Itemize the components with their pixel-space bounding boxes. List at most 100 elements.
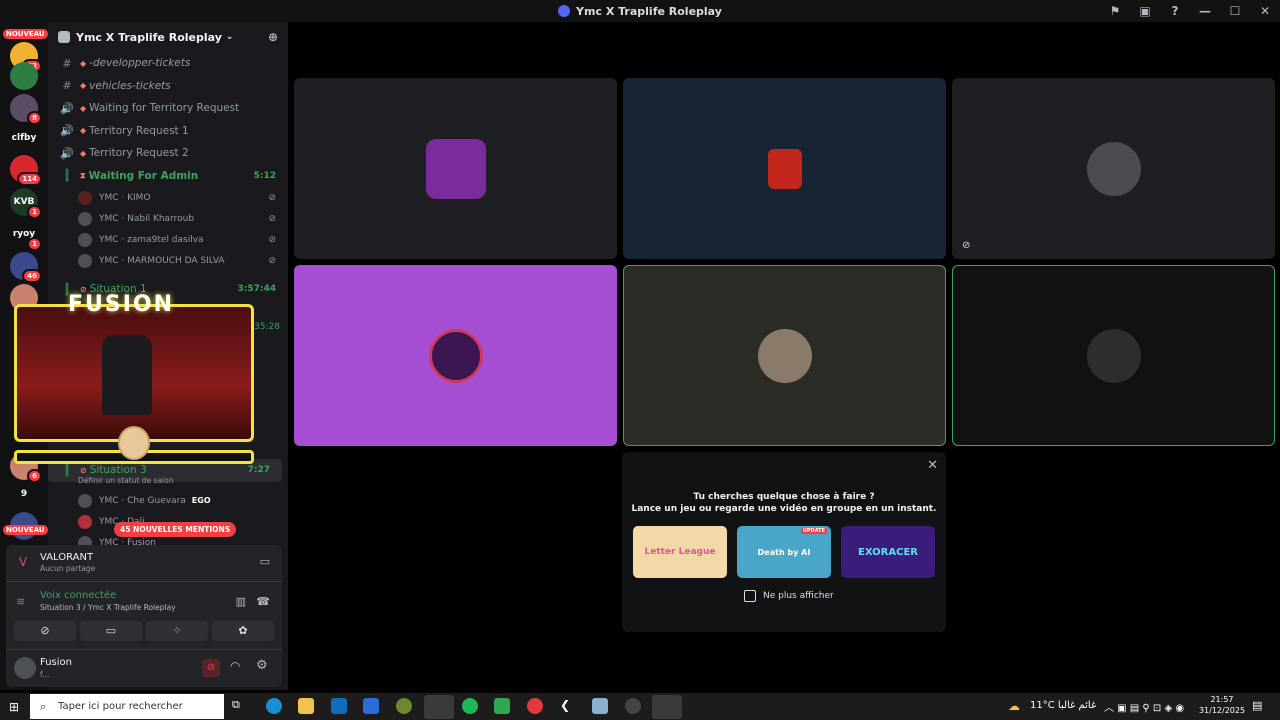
- outlook-icon[interactable]: [331, 698, 347, 714]
- app-icon[interactable]: ❮: [560, 698, 576, 714]
- soundboard-button[interactable]: ✿: [212, 621, 274, 641]
- server-icon[interactable]: clfby: [10, 124, 38, 152]
- no-entry-icon: ⊘: [80, 465, 87, 475]
- channel-status-hint[interactable]: Définir un statut de salon: [78, 476, 173, 485]
- channel-item[interactable]: 🔊 ◆ Territory Request 1: [48, 120, 288, 143]
- channel-item[interactable]: 🔊 ◆ Waiting for Territory Request: [48, 97, 288, 120]
- popup-subtitle: Lance un jeu ou regarde une vidéo en gro…: [631, 504, 937, 514]
- channel-label: Situation 3: [89, 464, 147, 477]
- unread-badge: 114: [17, 172, 42, 186]
- unread-badge: 1: [27, 205, 42, 219]
- video-tile-speaking[interactable]: [952, 265, 1275, 446]
- edge-icon[interactable]: [266, 698, 282, 714]
- windows-start-icon[interactable]: ⊞: [9, 700, 19, 714]
- server-boost-icon: [58, 31, 70, 43]
- voice-member[interactable]: YMC · MARMOUCH DA SILVA ⊘: [48, 251, 288, 272]
- new-label: NOUVEAU: [3, 29, 48, 39]
- video-tile[interactable]: [623, 78, 946, 259]
- video-tile[interactable]: [294, 78, 617, 259]
- server-icon[interactable]: [10, 62, 38, 90]
- user-status: f...: [40, 670, 50, 679]
- video-tile-speaking[interactable]: [623, 265, 946, 446]
- speaker-icon: 🔊: [60, 101, 74, 115]
- server-header[interactable]: Ymc X Traplife Roleplay ⌄ ⊕: [48, 22, 288, 52]
- server-icon[interactable]: 8: [10, 94, 42, 125]
- member-name: YMC · Che Guevara: [99, 495, 186, 506]
- file-explorer-icon[interactable]: [298, 698, 314, 714]
- store-icon[interactable]: [363, 698, 379, 714]
- video-tile[interactable]: [294, 265, 617, 446]
- diamond-icon: ◆: [80, 81, 87, 91]
- inbox-flag-icon[interactable]: ⚑: [1100, 4, 1130, 18]
- valorant-taskbar-icon[interactable]: [652, 695, 682, 719]
- voice-activity-icon: ║: [63, 463, 71, 477]
- screen-share-button[interactable]: ▭: [80, 621, 142, 641]
- server-label: 9: [20, 489, 28, 499]
- video-tile[interactable]: ⊘: [952, 78, 1275, 259]
- share-screen-icon[interactable]: ▭: [260, 555, 270, 568]
- mic-muted-button[interactable]: ⊘: [202, 659, 220, 677]
- window-controls: ⚑ ▣ ? — ☐ ✕: [1100, 0, 1280, 22]
- voice-member[interactable]: YMC · zama9tel dasilva ⊘: [48, 229, 288, 250]
- app-icon[interactable]: [527, 698, 543, 714]
- notification-icon[interactable]: ▤: [1252, 699, 1262, 712]
- server-icon[interactable]: ryoy 1: [10, 220, 42, 251]
- voice-member[interactable]: YMC · Che Guevara EGO: [48, 490, 288, 511]
- game-card-letter-league[interactable]: Letter League: [633, 526, 727, 578]
- dont-show-checkbox[interactable]: [744, 590, 756, 602]
- game-card-exoracer[interactable]: EXORACER: [841, 526, 935, 578]
- username[interactable]: Fusion: [40, 657, 72, 668]
- app-icon[interactable]: [396, 698, 412, 714]
- app-icon[interactable]: [625, 698, 641, 714]
- voice-channel-waiting-admin[interactable]: ║ ⧗ Waiting For Admin 5:12: [48, 165, 288, 188]
- user-avatar: [1086, 328, 1141, 383]
- noise-suppression-icon[interactable]: ▥: [236, 595, 246, 608]
- channel-item[interactable]: # ◆ vehicles-tickets: [48, 75, 288, 98]
- activities-button[interactable]: ⁘: [146, 621, 208, 641]
- channel-item[interactable]: 🔊 ◆ Territory Request 2: [48, 142, 288, 165]
- camera-off-button[interactable]: ⊘: [14, 621, 76, 641]
- server-icon[interactable]: KVB 1: [10, 188, 42, 219]
- channel-item[interactable]: # ◆ -developper-tickets: [48, 52, 288, 75]
- search-placeholder: Taper ici pour rechercher: [58, 701, 183, 712]
- voice-status[interactable]: Voix connectée: [40, 590, 116, 601]
- headphones-icon[interactable]: ◠: [230, 659, 240, 673]
- new-mentions-pill[interactable]: 45 NOUVELLES MENTIONS: [114, 522, 237, 537]
- avatar[interactable]: [14, 657, 36, 679]
- maximize-button[interactable]: ☐: [1220, 4, 1250, 18]
- close-icon[interactable]: ✕: [927, 458, 938, 473]
- taskbar-search[interactable]: ⌕ Taper ici pour rechercher: [30, 694, 224, 719]
- channel-label: Territory Request 2: [89, 147, 189, 160]
- mic-muted-icon: ⊘: [962, 240, 971, 251]
- invite-people-icon[interactable]: ⊕: [268, 30, 278, 44]
- disconnect-icon[interactable]: ☎: [256, 595, 270, 608]
- app-icon[interactable]: [592, 698, 608, 714]
- voice-member[interactable]: YMC · KIMO ⊘: [48, 187, 288, 208]
- settings-gear-icon[interactable]: ⚙: [256, 658, 268, 673]
- minimize-button[interactable]: —: [1190, 4, 1220, 18]
- user-avatar: [757, 328, 812, 383]
- server-icon[interactable]: 46: [10, 252, 42, 283]
- mic-muted-icon: ⊘: [268, 213, 276, 224]
- server-icon[interactable]: 114: [10, 155, 42, 186]
- spotify-icon[interactable]: [462, 698, 478, 714]
- channel-label: vehicles-tickets: [89, 79, 171, 92]
- clock-time[interactable]: 21:57: [1202, 695, 1242, 704]
- weather-text[interactable]: 11°C غائم غالبا: [1030, 700, 1096, 711]
- unread-badge: 1: [27, 237, 42, 251]
- voice-member[interactable]: YMC · Nabil Kharroub ⊘: [48, 208, 288, 229]
- server-icon[interactable]: 9: [10, 480, 38, 508]
- game-card-death-by-ai[interactable]: Death by AI UPDATE: [737, 526, 831, 578]
- discord-taskbar-icon[interactable]: [424, 695, 454, 719]
- close-window-button[interactable]: ✕: [1250, 4, 1280, 18]
- voice-channel-name[interactable]: Situation 3 / Ymc X Traplife Roleplay: [40, 603, 176, 612]
- inbox-icon[interactable]: ▣: [1130, 4, 1160, 18]
- clock-date[interactable]: 31/12/2025: [1198, 706, 1246, 715]
- diamond-icon: ◆: [80, 148, 87, 158]
- valorant-icon: V: [18, 555, 28, 569]
- help-icon[interactable]: ?: [1160, 4, 1190, 18]
- app-icon[interactable]: [494, 698, 510, 714]
- tray-icons[interactable]: ︿ ▣ ▤ ⚲ ⊡ ◈ ◉: [1104, 699, 1184, 714]
- task-view-icon[interactable]: ⧉: [232, 698, 248, 714]
- gaming-chair-image: [102, 335, 152, 415]
